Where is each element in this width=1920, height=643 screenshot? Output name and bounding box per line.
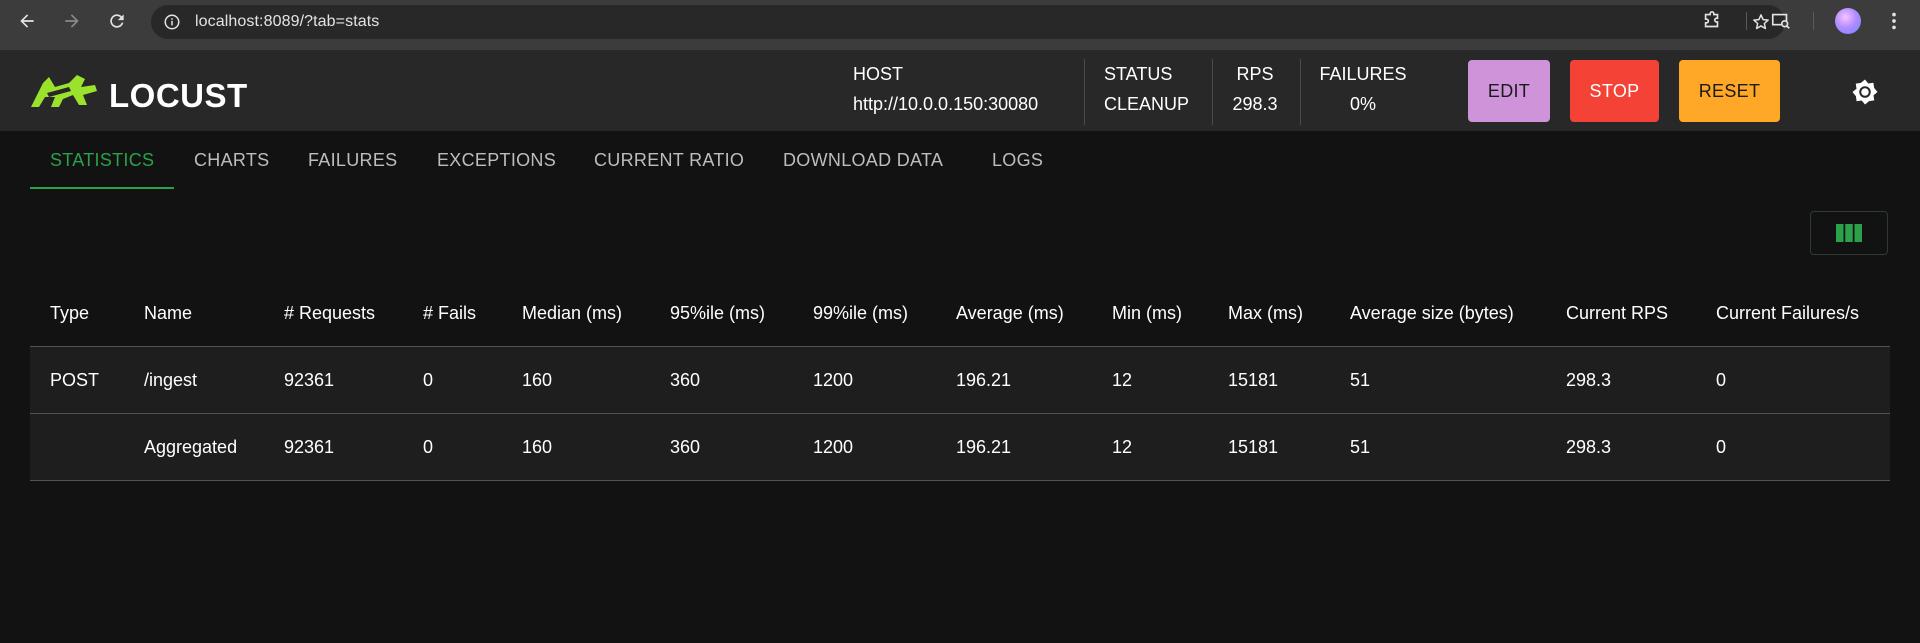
- column-header[interactable]: Current RPS: [1566, 280, 1668, 346]
- brand-name: LOCUST: [109, 77, 248, 114]
- header-divider: [1300, 59, 1301, 125]
- host-value: http://10.0.0.150:30080: [853, 94, 1039, 114]
- table-cell: 12: [1112, 436, 1133, 457]
- table-cell: 0: [423, 436, 434, 457]
- table-cell: 12: [1112, 369, 1133, 390]
- edit-button[interactable]: EDIT: [1468, 60, 1550, 122]
- forward-button[interactable]: [54, 9, 90, 33]
- table-cell: 1200: [813, 436, 854, 457]
- media-search-icon: [1771, 13, 1790, 29]
- table-cell: 196.21: [956, 436, 1012, 457]
- extensions-button[interactable]: [1700, 9, 1724, 33]
- table-cell: 298.3: [1566, 369, 1612, 390]
- reload-button[interactable]: [99, 9, 135, 33]
- browser-toolbar: localhost:8089/?tab=stats: [0, 0, 1920, 51]
- tab-logs[interactable]: LOGS: [972, 131, 1063, 189]
- table-cell: 15181: [1228, 436, 1279, 457]
- table-cell: 360: [670, 436, 701, 457]
- column-header[interactable]: 95%ile (ms): [670, 280, 765, 346]
- kebab-menu-icon: [1892, 12, 1896, 30]
- table-cell: 0: [1716, 369, 1727, 390]
- table-row: Aggregated 92361 0 160 360 1200 196.21 1…: [30, 414, 1890, 481]
- column-header[interactable]: Type: [50, 280, 89, 346]
- failures-info: FAILURES 0%: [1318, 64, 1408, 115]
- table-cell: 15181: [1228, 369, 1279, 390]
- table-cell: 1200: [813, 369, 854, 390]
- puzzle-icon: [1704, 11, 1719, 28]
- profile-avatar[interactable]: [1835, 8, 1861, 34]
- address-bar[interactable]: localhost:8089/?tab=stats: [151, 5, 1785, 39]
- header-divider: [1084, 59, 1085, 125]
- rps-value: 298.3: [1232, 94, 1278, 114]
- column-header[interactable]: Min (ms): [1112, 280, 1182, 346]
- table-cell: 0: [423, 369, 434, 390]
- host-label: HOST: [853, 64, 904, 84]
- table-cell: /ingest: [144, 369, 198, 390]
- url-text[interactable]: localhost:8089/?tab=stats: [195, 13, 379, 31]
- column-header[interactable]: Average size (bytes): [1350, 280, 1514, 346]
- host-info: HOST http://10.0.0.150:30080: [853, 64, 1038, 115]
- media-search-button[interactable]: [1769, 9, 1793, 33]
- select-columns-button[interactable]: [1810, 211, 1888, 255]
- info-icon[interactable]: [163, 13, 181, 31]
- column-header[interactable]: # Requests: [284, 280, 375, 346]
- table-row: POST /ingest 92361 0 160 360 1200 196.21…: [30, 347, 1890, 414]
- table-cell: Aggregated: [144, 436, 238, 457]
- table-cell: 51: [1350, 369, 1371, 390]
- column-header[interactable]: Name: [144, 280, 192, 346]
- table-cell: 160: [522, 369, 553, 390]
- tab-failures[interactable]: FAILURES: [288, 131, 417, 189]
- tab-statistics[interactable]: STATISTICS: [30, 131, 174, 189]
- tab-charts[interactable]: CHARTS: [174, 131, 289, 189]
- table-cell: 360: [670, 369, 701, 390]
- column-header[interactable]: Current Failures/s: [1716, 280, 1859, 346]
- table-cell: 196.21: [956, 369, 1012, 390]
- stats-table: Type Name # Requests # Fails Median (ms)…: [30, 280, 1890, 481]
- arrow-right-icon: [65, 14, 79, 28]
- table-cell: 92361: [284, 436, 335, 457]
- stop-button[interactable]: STOP: [1570, 60, 1659, 122]
- failures-value: 0%: [1349, 94, 1376, 114]
- column-header[interactable]: Average (ms): [956, 280, 1064, 346]
- column-header[interactable]: Median (ms): [522, 280, 622, 346]
- toolbar-separator: [1813, 12, 1814, 30]
- locust-logo-icon: [31, 75, 97, 107]
- brightness-icon[interactable]: [1850, 77, 1880, 107]
- status-value: CLEANUP: [1104, 94, 1190, 114]
- star-icon[interactable]: [1751, 12, 1771, 32]
- tab-download-data[interactable]: DOWNLOAD DATA: [763, 131, 963, 189]
- tab-exceptions[interactable]: EXCEPTIONS: [417, 131, 576, 189]
- back-button[interactable]: [9, 9, 45, 33]
- status-label: STATUS: [1104, 64, 1173, 84]
- reload-icon: [110, 14, 124, 28]
- table-cell: 92361: [284, 369, 335, 390]
- column-header[interactable]: 99%ile (ms): [813, 280, 908, 346]
- table-cell: POST: [50, 369, 100, 390]
- table-cell: 51: [1350, 436, 1371, 457]
- toolbar-separator: [1746, 12, 1747, 30]
- rps-label: RPS: [1236, 64, 1274, 84]
- arrow-left-icon: [20, 14, 34, 28]
- header-divider: [1212, 59, 1213, 125]
- failures-label: FAILURES: [1319, 64, 1407, 84]
- status-info: STATUS CLEANUP: [1104, 64, 1189, 115]
- tab-current-ratio[interactable]: CURRENT RATIO: [574, 131, 764, 189]
- browser-menu-button[interactable]: [1882, 9, 1906, 33]
- table-cell: 298.3: [1566, 436, 1612, 457]
- table-cell: 0: [1716, 436, 1727, 457]
- reset-button[interactable]: RESET: [1679, 60, 1780, 122]
- column-header[interactable]: Max (ms): [1228, 280, 1303, 346]
- column-header[interactable]: # Fails: [423, 280, 476, 346]
- rps-info: RPS 298.3: [1230, 64, 1280, 115]
- view-column-icon: [1836, 224, 1862, 242]
- table-cell: 160: [522, 436, 553, 457]
- table-header-row: Type Name # Requests # Fails Median (ms)…: [30, 280, 1890, 347]
